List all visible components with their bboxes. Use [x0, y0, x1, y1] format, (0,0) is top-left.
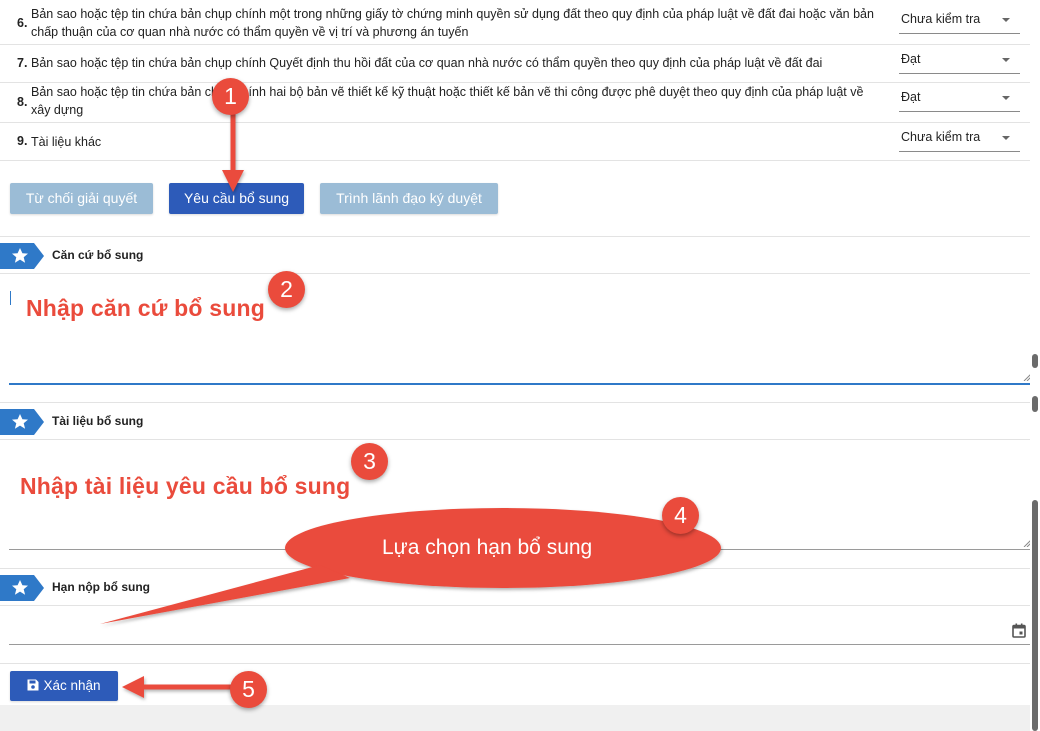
- step-4-badge: 4: [662, 497, 699, 534]
- step-5-badge: 5: [230, 671, 267, 708]
- annotation-arrows: [100, 112, 721, 698]
- hint-basis: Nhập căn cứ bổ sung: [26, 295, 265, 321]
- hint-documents: Nhập tài liệu yêu cầu bổ sung: [20, 473, 351, 499]
- step-2-badge: 2: [268, 271, 305, 308]
- step-1-badge: 1: [212, 78, 249, 115]
- step-3-badge: 3: [351, 443, 388, 480]
- hint-deadline: Lựa chọn hạn bổ sung: [382, 536, 593, 559]
